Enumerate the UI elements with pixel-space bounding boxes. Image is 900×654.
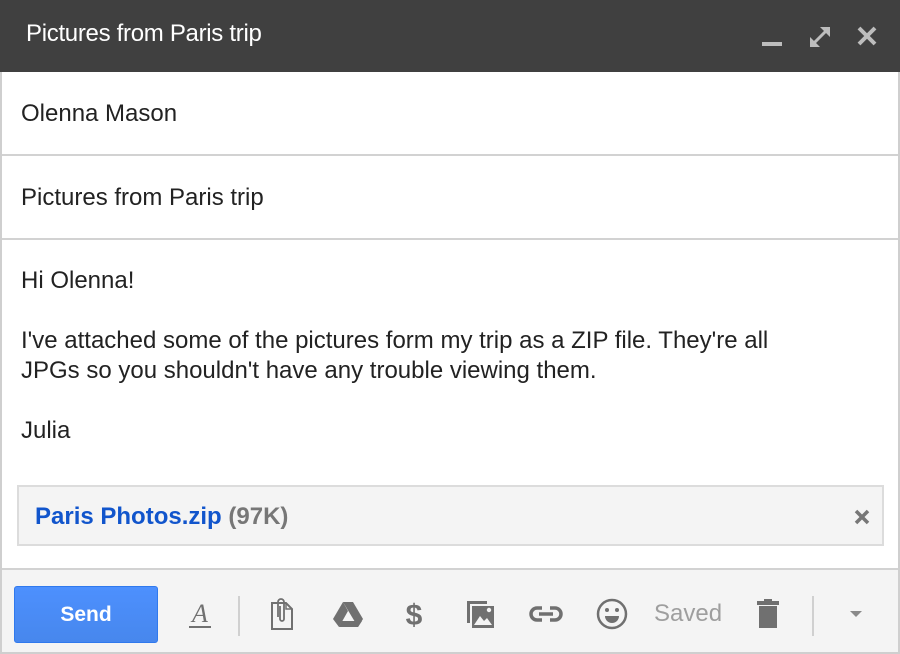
pop-out-button[interactable] <box>805 22 835 52</box>
link-icon <box>529 606 563 622</box>
body-line: JPGs so you shouldn't have any trouble v… <box>21 357 597 384</box>
money-icon: $ <box>406 599 423 632</box>
close-button[interactable] <box>852 22 882 52</box>
expand-icon <box>810 27 830 47</box>
window-title: Pictures from Paris trip <box>26 20 262 47</box>
photo-icon <box>467 601 494 628</box>
svg-text:A: A <box>190 599 208 628</box>
emoji-icon <box>596 598 628 630</box>
minimize-icon <box>762 42 782 46</box>
attachment-chip: Paris Photos.zip (97K) <box>17 485 884 546</box>
attachment-filename[interactable]: Paris Photos.zip <box>35 503 222 530</box>
insert-drive-button[interactable] <box>328 594 368 634</box>
close-icon <box>857 26 877 46</box>
svg-text:$: $ <box>406 599 423 632</box>
subject-field[interactable]: Pictures from Paris trip <box>2 156 898 240</box>
minimize-button[interactable] <box>757 22 787 52</box>
compose-window: Pictures from Paris trip Olenna Mason Pi… <box>0 0 900 654</box>
body-line: I've attached some of the pictures form … <box>21 327 769 354</box>
body-greeting: Hi Olenna! <box>21 267 135 294</box>
body-signature: Julia <box>21 417 71 444</box>
to-field[interactable]: Olenna Mason <box>2 72 898 156</box>
more-options-icon <box>850 611 862 617</box>
formatting-icon: A <box>189 599 211 628</box>
insert-photo-button[interactable] <box>460 594 500 634</box>
toolbar-divider <box>812 596 814 636</box>
recipient-chip[interactable]: Olenna Mason <box>21 100 871 128</box>
discard-draft-button[interactable] <box>748 594 788 634</box>
compose-titlebar[interactable]: Pictures from Paris trip <box>0 0 900 72</box>
subject-input[interactable]: Pictures from Paris trip <box>21 184 871 212</box>
remove-attachment-button[interactable] <box>852 507 872 527</box>
attachment-size: (97K) <box>228 503 289 530</box>
send-money-button[interactable]: $ <box>394 594 434 634</box>
more-options-button[interactable] <box>836 594 876 634</box>
formatting-button[interactable]: A <box>180 594 220 634</box>
close-icon <box>854 509 870 525</box>
message-body[interactable]: Hi Olenna! I've attached some of the pic… <box>2 242 898 468</box>
insert-link-button[interactable] <box>526 594 566 634</box>
trash-icon <box>757 599 779 628</box>
draft-status: Saved <box>654 600 723 627</box>
drive-icon <box>333 602 363 627</box>
send-button[interactable]: Send <box>14 586 158 643</box>
toolbar-divider <box>238 596 240 636</box>
compose-toolbar: Send A $ Saved <box>2 568 898 652</box>
attachment-link[interactable]: Paris Photos.zip (97K) <box>35 503 288 531</box>
attach-file-icon <box>271 598 293 630</box>
insert-emoji-button[interactable] <box>592 594 632 634</box>
attach-file-button[interactable] <box>262 594 302 634</box>
